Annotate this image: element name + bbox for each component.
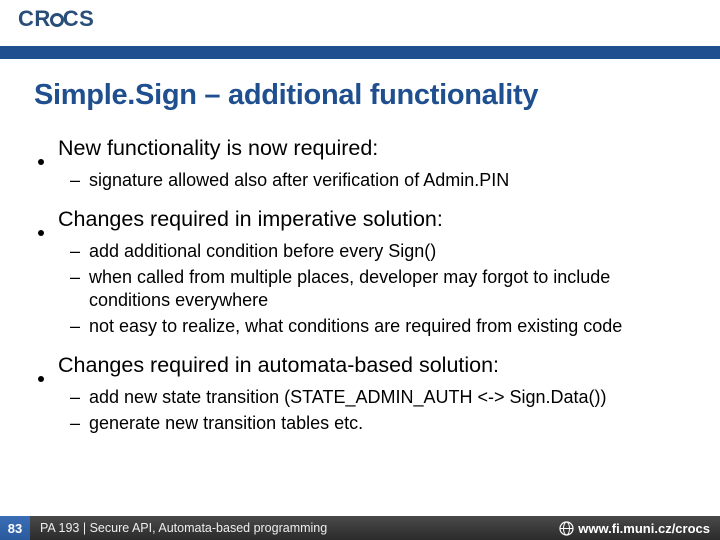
sub-item: –add new state transition (STATE_ADMIN_A… [70, 386, 686, 410]
bullet-list: New functionality is now required:–signa… [34, 134, 686, 435]
sub-item: –add additional condition before every S… [70, 240, 686, 264]
dash-icon: – [70, 241, 80, 262]
sub-text: not easy to realize, what conditions are… [89, 315, 622, 339]
accent-bar [0, 46, 720, 59]
sub-text: when called from multiple places, develo… [89, 266, 686, 314]
dash-icon: – [70, 413, 80, 434]
bullet-dot-icon [38, 376, 44, 382]
header: CR CS [0, 0, 720, 46]
footer-course: PA 193 | Secure API, Automata-based prog… [40, 521, 327, 535]
footer-url-text: www.fi.muni.cz/crocs [578, 521, 710, 536]
bullet-dot-icon [38, 159, 44, 165]
dash-icon: – [70, 316, 80, 337]
bullet-text: Changes required in imperative solution: [58, 205, 443, 234]
bullet-dot-icon [38, 230, 44, 236]
dash-icon: – [70, 387, 80, 408]
bullet-item: Changes required in automata-based solut… [34, 351, 686, 436]
sub-item: –when called from multiple places, devel… [70, 266, 686, 314]
sub-text: generate new transition tables etc. [89, 412, 363, 436]
sub-item: –signature allowed also after verificati… [70, 169, 686, 193]
logo: CR CS [18, 6, 94, 32]
bullet-text: New functionality is now required: [58, 134, 378, 163]
sub-text: add additional condition before every Si… [89, 240, 436, 264]
sub-item: –generate new transition tables etc. [70, 412, 686, 436]
bullet-item: New functionality is now required: –signa… [34, 134, 686, 193]
slide-title: Simple.Sign – additional functionality [34, 79, 686, 112]
sub-text: add new state transition (STATE_ADMIN_AU… [89, 386, 607, 410]
logo-post: CS [63, 6, 95, 31]
dash-icon: – [70, 267, 80, 288]
sub-item: –not easy to realize, what conditions ar… [70, 315, 686, 339]
logo-o-icon [50, 13, 64, 27]
sub-list: –signature allowed also after verificati… [70, 169, 686, 193]
sub-list: –add new state transition (STATE_ADMIN_A… [70, 386, 686, 436]
dash-icon: – [70, 170, 80, 191]
bullet-text: Changes required in automata-based solut… [58, 351, 499, 380]
sub-list: –add additional condition before every S… [70, 240, 686, 339]
logo-pre: CR [18, 6, 51, 31]
slide-content: Simple.Sign – additional functionality N… [0, 59, 720, 435]
bullet-item: Changes required in imperative solution:… [34, 205, 686, 339]
sub-text: signature allowed also after verificatio… [89, 169, 509, 193]
footer: 83 PA 193 | Secure API, Automata-based p… [0, 516, 720, 540]
globe-icon [559, 521, 574, 536]
page-number: 83 [0, 516, 30, 540]
footer-url: www.fi.muni.cz/crocs [559, 521, 710, 536]
